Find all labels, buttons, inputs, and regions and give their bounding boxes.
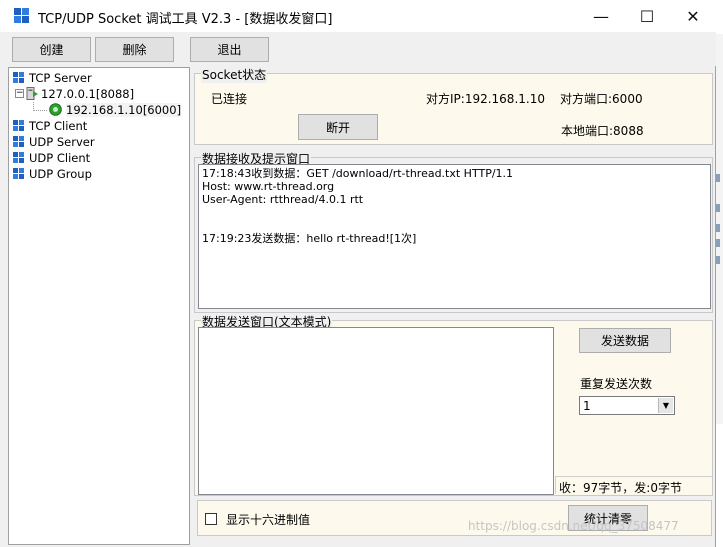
grid-icon — [13, 167, 25, 180]
connection-icon — [49, 103, 62, 116]
group-title: Socket状态 — [201, 66, 268, 83]
tree-item-udp-client[interactable]: UDP Client — [13, 150, 90, 165]
server-icon — [26, 87, 39, 100]
tree-item-label: TCP Client — [29, 118, 88, 133]
remote-port: 对方端口:6000 — [560, 92, 643, 106]
send-data-button[interactable]: 发送数据 — [579, 328, 671, 353]
socket-tree[interactable]: TCP Server − 127.0.0.1[8088] 192.168.1.1… — [8, 67, 190, 545]
repeat-count-label: 重复发送次数 — [580, 377, 653, 391]
repeat-count-value: 1 — [583, 398, 591, 413]
tree-item-udp-group[interactable]: UDP Group — [13, 166, 92, 181]
hex-display-checkbox[interactable] — [205, 513, 217, 525]
tree-item-tcp-client[interactable]: TCP Client — [13, 118, 87, 133]
tree-item-label: UDP Client — [29, 150, 91, 165]
chevron-down-icon[interactable]: ▼ — [658, 398, 673, 413]
close-button[interactable]: ✕ — [670, 0, 716, 32]
collapse-icon[interactable]: − — [15, 89, 24, 98]
tree-item-udp-server[interactable]: UDP Server — [13, 134, 95, 149]
remote-ip: 对方IP:192.168.1.10 — [426, 92, 545, 106]
tree-item-client-node[interactable]: 192.168.1.10[6000] — [49, 102, 182, 117]
minimize-button[interactable]: — — [578, 0, 624, 32]
maximize-icon: ☐ — [639, 6, 655, 26]
title-bar: TCP/UDP Socket 调试工具 V2.3 - [数据收发窗口] — ☐ … — [0, 0, 716, 32]
app-window: TCP/UDP Socket 调试工具 V2.3 - [数据收发窗口] — ☐ … — [0, 0, 716, 547]
tree-item-label: TCP Server — [29, 70, 92, 85]
toolbar: 创建 删除 退出 — [0, 32, 716, 66]
connection-status: 已连接 — [211, 92, 248, 106]
window-title: TCP/UDP Socket 调试工具 V2.3 - [数据收发窗口] — [38, 12, 333, 27]
receive-line: User-Agent: rtthread/4.0.1 rtt — [202, 193, 364, 206]
byte-stats: 收：97字节，发:0字节 — [559, 481, 682, 495]
tree-item-label: 192.168.1.10[6000] — [66, 102, 182, 117]
watermark-text: https://blog.csdn.net/qq_37508477 — [468, 519, 679, 533]
tree-item-tcp-server[interactable]: TCP Server — [13, 70, 92, 85]
receive-textarea[interactable]: 17:18:43收到数据：GET /download/rt-thread.txt… — [198, 164, 711, 309]
grid-icon — [13, 135, 25, 148]
local-port: 本地端口:8088 — [561, 124, 644, 138]
receive-line — [202, 219, 707, 232]
close-icon: ✕ — [686, 6, 700, 26]
disconnect-button[interactable]: 断开 — [298, 114, 378, 140]
receive-line: Host: www.rt-thread.org — [202, 180, 335, 193]
minimize-icon: — — [593, 6, 609, 26]
exit-button[interactable]: 退出 — [190, 37, 269, 62]
repeat-count-select[interactable]: 1 ▼ — [579, 396, 675, 415]
stats-panel: 收：97字节，发:0字节 — [555, 476, 712, 495]
delete-button[interactable]: 删除 — [95, 37, 174, 62]
app-icon — [14, 8, 30, 24]
receive-line: 17:18:43收到数据：GET /download/rt-thread.txt… — [202, 167, 514, 180]
receive-line — [202, 206, 707, 219]
send-textarea[interactable] — [198, 327, 554, 495]
tree-connector — [33, 110, 47, 111]
tree-item-label: UDP Group — [29, 166, 92, 181]
receive-line: 17:19:23发送数据：hello rt-thread![1次] — [202, 232, 417, 245]
hex-display-label: 显示十六进制值 — [226, 513, 311, 527]
tree-item-server-node[interactable]: − 127.0.0.1[8088] — [15, 86, 134, 101]
maximize-button[interactable]: ☐ — [624, 0, 670, 32]
grid-icon — [13, 119, 25, 132]
grid-icon — [13, 71, 25, 84]
create-button[interactable]: 创建 — [12, 37, 91, 62]
tree-item-label: UDP Server — [29, 134, 95, 149]
tree-item-label: 127.0.0.1[8088] — [41, 86, 135, 101]
grid-icon — [13, 151, 25, 164]
